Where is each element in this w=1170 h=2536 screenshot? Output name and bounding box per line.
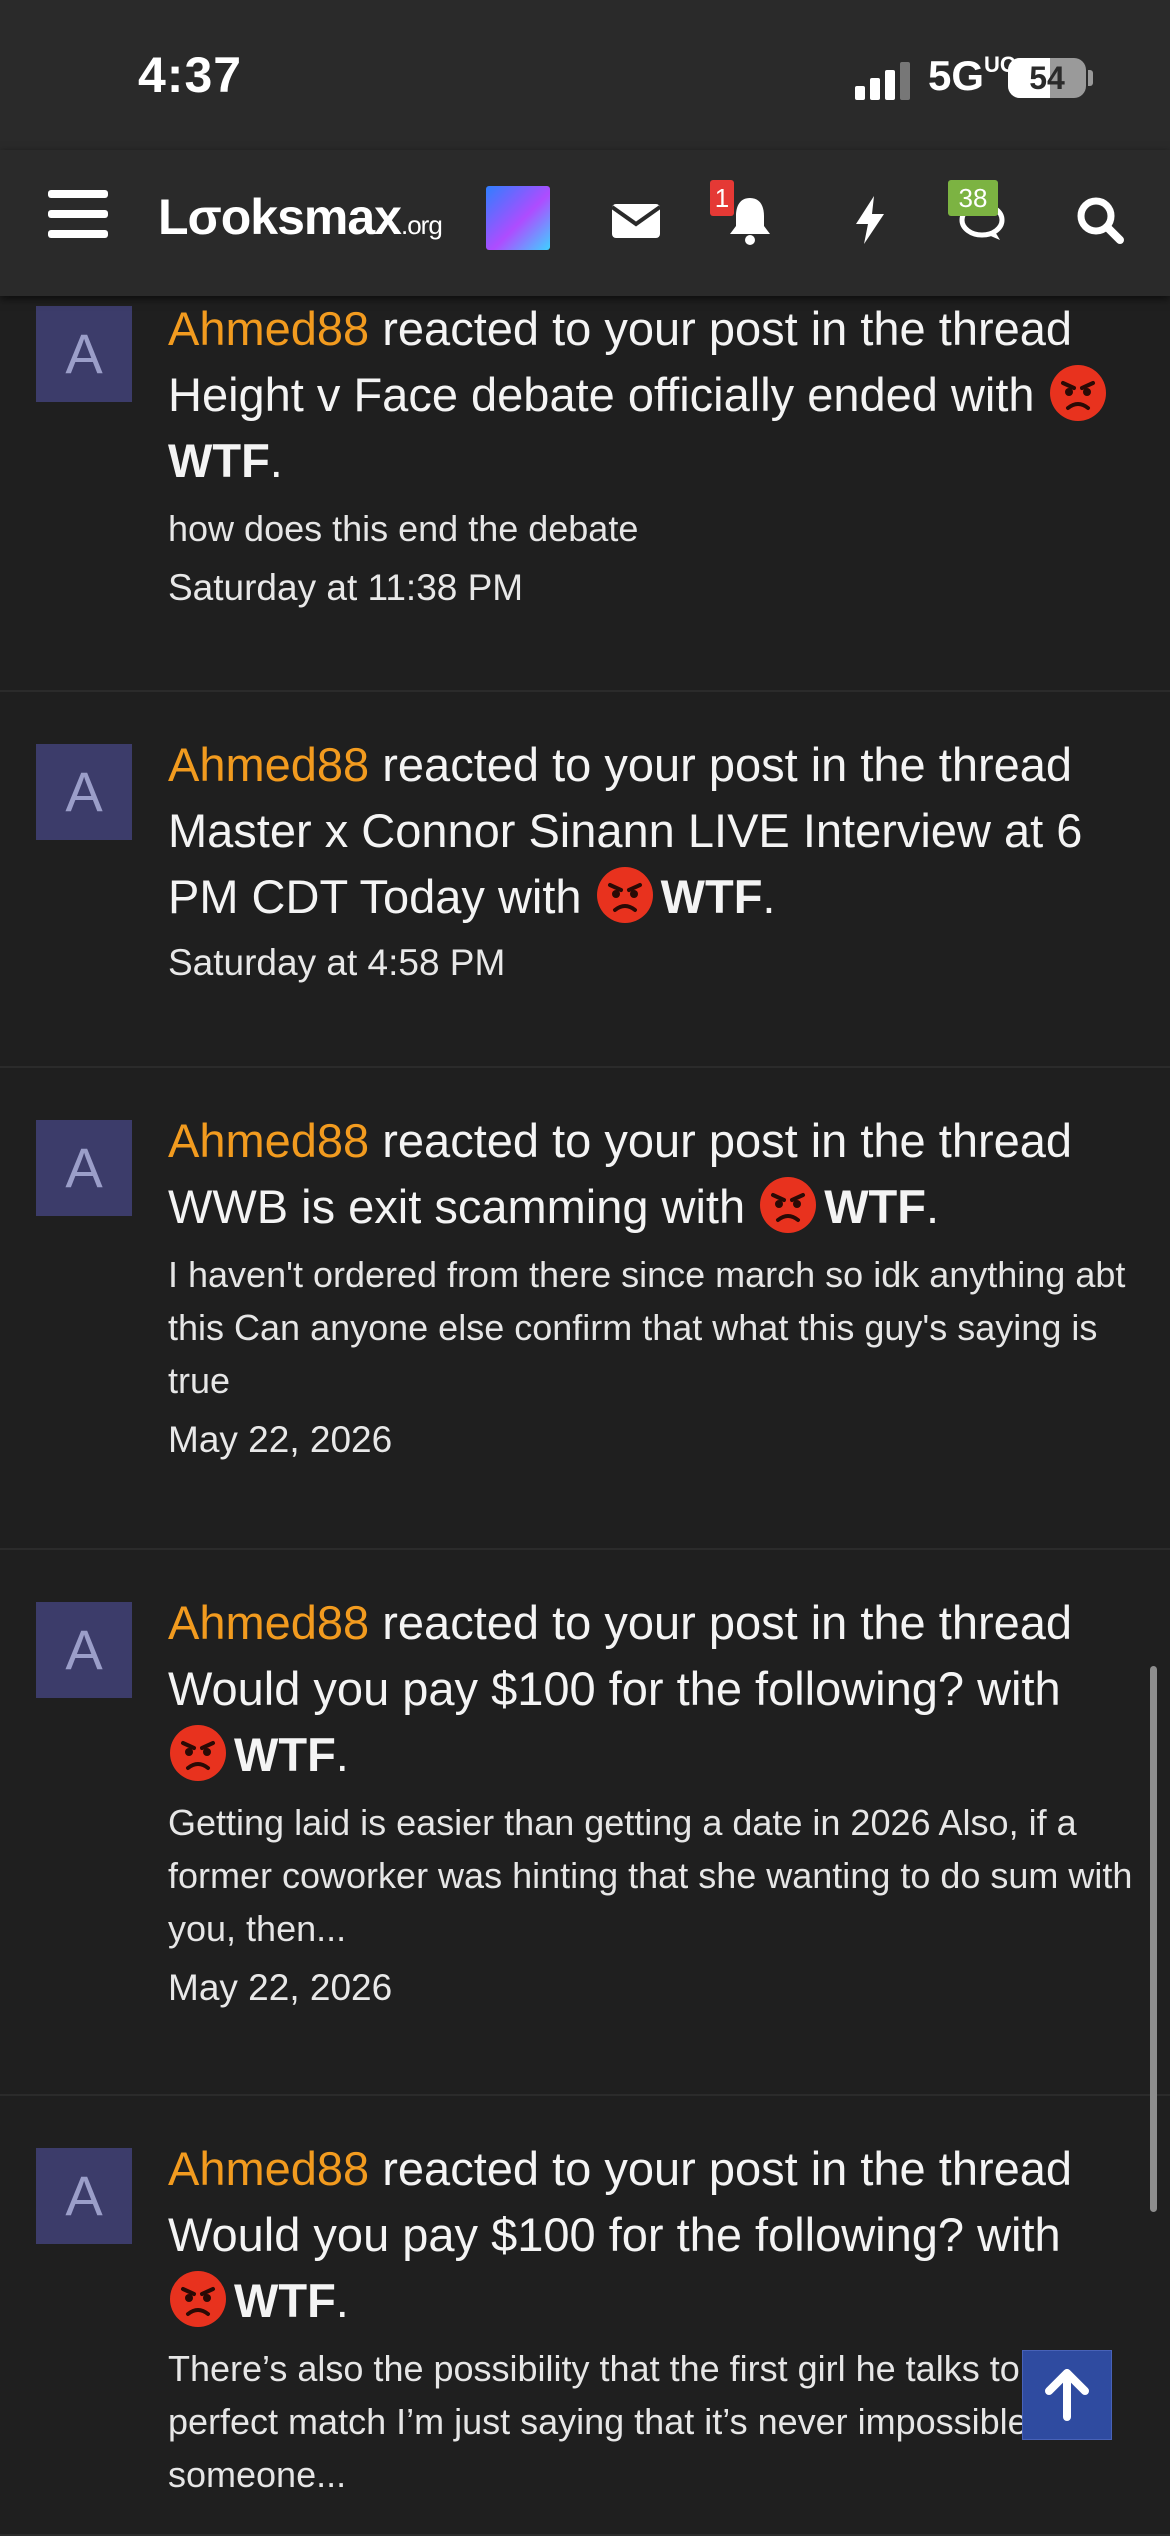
menu-icon[interactable] — [48, 190, 108, 240]
bolt-icon[interactable] — [842, 192, 898, 248]
alert-date: Saturday at 4:58 PM — [168, 942, 506, 983]
alert-date: May 22, 2026 — [168, 1419, 393, 1460]
angry-emoji-icon — [596, 867, 653, 923]
angry-emoji-icon — [170, 1725, 226, 1781]
signal-icon — [855, 60, 915, 100]
alert-headline[interactable]: Ahmed88 reacted to your post in the thre… — [168, 732, 1134, 930]
alert-snippet: There’s also the possibility that the fi… — [168, 2348, 1086, 2495]
top-nav: Lσoksmax.org 1 38 — [0, 150, 1170, 296]
alert-item[interactable]: A Ahmed88 reacted to your post in the thr… — [0, 1066, 1170, 1550]
reaction-label: WTF — [168, 434, 270, 487]
reaction-label: WTF — [660, 870, 763, 923]
alert-body: Ahmed88 reacted to your post in the thre… — [168, 1108, 1134, 1467]
alert-headline[interactable]: Ahmed88 reacted to your post in the thre… — [168, 1108, 1134, 1240]
battery-level: 54 — [1029, 60, 1065, 96]
avatar-icon[interactable] — [486, 186, 550, 250]
alert-username[interactable]: Ahmed88 — [168, 1596, 369, 1649]
conversations-badge: 38 — [948, 180, 998, 216]
status-time: 4:37 — [138, 47, 243, 103]
alert-headline[interactable]: Ahmed88 reacted to your post in the thre… — [168, 1590, 1134, 1788]
user-avatar[interactable]: A — [36, 1602, 132, 1698]
mail-icon[interactable] — [608, 192, 664, 248]
reaction-label: WTF — [234, 2274, 336, 2327]
alert-body: Ahmed88 reacted to your post in the thre… — [168, 732, 1134, 990]
search-icon[interactable] — [1072, 192, 1128, 248]
alert-date: Saturday at 11:38 PM — [168, 567, 524, 608]
alert-body: Ahmed88 reacted to your post in the thre… — [168, 296, 1134, 615]
angry-emoji-icon — [1049, 365, 1106, 421]
scroll-to-top-button[interactable] — [1022, 2350, 1112, 2440]
scrollbar[interactable] — [1150, 1666, 1157, 2212]
alert-username[interactable]: Ahmed88 — [168, 738, 369, 791]
user-avatar[interactable]: A — [36, 1120, 132, 1216]
site-logo[interactable]: Lσoksmax.org — [158, 188, 443, 246]
alert-headline[interactable]: Ahmed88 reacted to your post in the thre… — [168, 296, 1134, 494]
alerts-badge: 1 — [710, 180, 734, 216]
alert-date: May 22, 2026 — [168, 1967, 393, 2008]
battery-icon: 54 — [1008, 58, 1086, 98]
alert-snippet: I haven't ordered from there since march… — [168, 1254, 1126, 1401]
alert-snippet: how does this end the debate — [168, 508, 639, 549]
alert-item[interactable]: A Ahmed88 reacted to your post in the thr… — [0, 690, 1170, 1068]
alert-username[interactable]: Ahmed88 — [168, 2142, 369, 2195]
alert-item[interactable]: A Ahmed88 reacted to your post in the thr… — [0, 2094, 1170, 2536]
network-label: 5GUC — [928, 52, 1016, 99]
alert-item[interactable]: A Ahmed88 reacted to your post in the thr… — [0, 296, 1170, 692]
alert-body: Ahmed88 reacted to your post in the thre… — [168, 2136, 1134, 2501]
alert-headline[interactable]: Ahmed88 reacted to your post in the thre… — [168, 2136, 1134, 2334]
user-avatar[interactable]: A — [36, 744, 132, 840]
status-bar: 4:37 5GUC 54 — [0, 0, 1170, 150]
user-avatar[interactable]: A — [36, 306, 132, 402]
alert-snippet: Getting laid is easier than getting a da… — [168, 1802, 1133, 1949]
alert-username[interactable]: Ahmed88 — [168, 302, 369, 355]
reaction-label: WTF — [824, 1180, 926, 1233]
angry-emoji-icon — [760, 1177, 817, 1233]
angry-emoji-icon — [170, 2271, 226, 2327]
alert-body: Ahmed88 reacted to your post in the thre… — [168, 1590, 1134, 2015]
user-avatar[interactable]: A — [36, 2148, 132, 2244]
reaction-label: WTF — [234, 1728, 336, 1781]
alert-username[interactable]: Ahmed88 — [168, 1114, 369, 1167]
battery-tip — [1088, 70, 1093, 86]
alert-item[interactable]: A Ahmed88 reacted to your post in the thr… — [0, 1548, 1170, 2096]
